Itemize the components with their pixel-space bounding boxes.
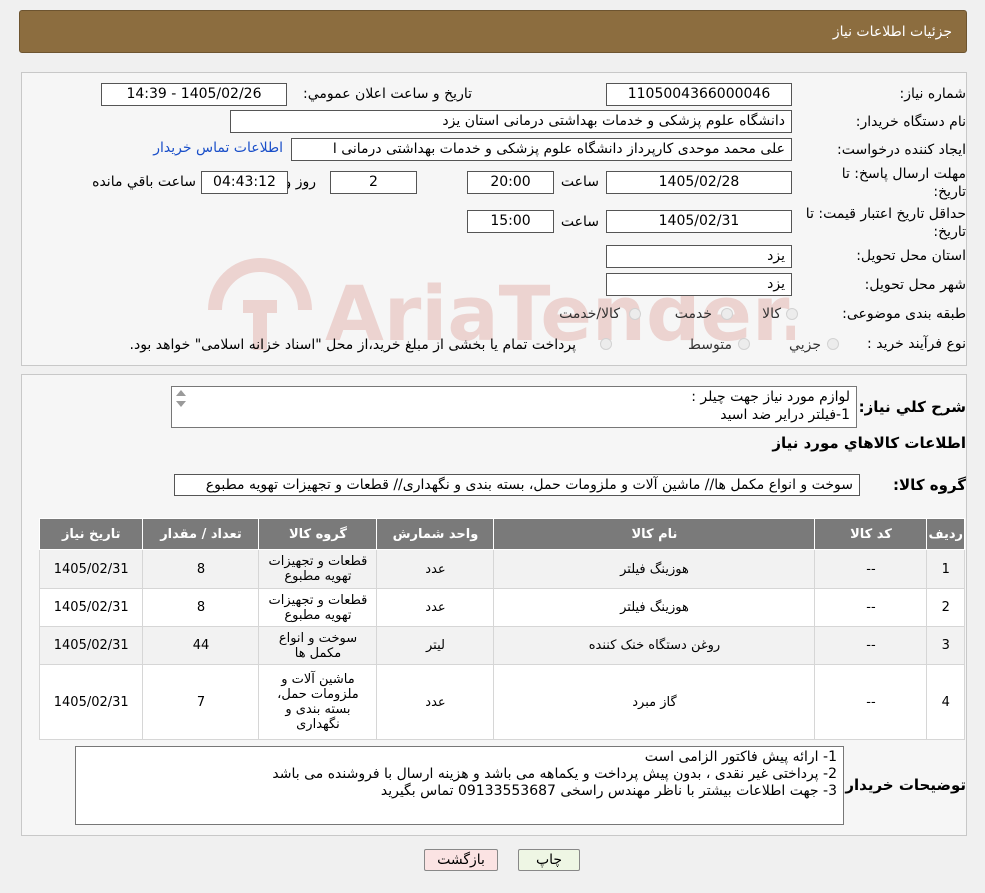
category-radio-service[interactable] bbox=[721, 308, 733, 320]
cell-name: گاز مبرد bbox=[493, 664, 816, 740]
cell-name: روغن دستگاه خنک کننده bbox=[493, 626, 816, 665]
cell-date: 1405/02/31 bbox=[38, 549, 144, 589]
buyer-note-line-3: 3- جهت اطلاعات بیشتر با ناظر مهندس راسخی… bbox=[380, 783, 837, 799]
cell-row: 4 bbox=[926, 664, 965, 740]
buyer-notes-label: توضیحات خریدار: bbox=[839, 776, 966, 794]
summary-line-2: 1-فیلتر درایر ضد اسید bbox=[720, 407, 850, 423]
process-option-small: جزیي bbox=[789, 337, 821, 353]
cell-code: -- bbox=[814, 664, 928, 740]
col-date-header: تاریخ نیاز bbox=[38, 518, 144, 550]
cell-group: قطعات و تجهیزات تهویه مطبوع bbox=[258, 588, 378, 627]
buyer-notes-textarea: 1- ارائه پیش فاکتور الزامی است 2- پرداخت… bbox=[75, 746, 844, 825]
cell-group: قطعات و تجهیزات تهویه مطبوع bbox=[258, 549, 378, 589]
table-row: 4 -- گاز مبرد عدد ماشین آلات و ملزومات ح… bbox=[38, 664, 965, 740]
validity-date-field: 1405/02/31 bbox=[606, 210, 792, 233]
col-name-header: نام کالا bbox=[493, 518, 816, 550]
validity-time-field: 15:00 bbox=[467, 210, 554, 233]
cell-name: هوزینگ فیلتر bbox=[493, 588, 816, 627]
buyer-note-line-1: 1- ارائه پیش فاکتور الزامی است bbox=[644, 749, 837, 765]
cell-date: 1405/02/31 bbox=[38, 626, 144, 665]
goods-section-title: اطلاعات کالاهاي مورد نیاز bbox=[772, 434, 966, 452]
cell-name: هوزینگ فیلتر bbox=[493, 549, 816, 589]
cell-row: 1 bbox=[926, 549, 965, 589]
category-radio-goods[interactable] bbox=[786, 308, 798, 320]
summary-textarea: لوازم مورد نیاز جهت چیلر : 1-فیلتر درایر… bbox=[171, 386, 857, 428]
days-field: 2 bbox=[330, 171, 417, 194]
cell-qty: 7 bbox=[142, 664, 260, 740]
remaining-field: 04:43:12 bbox=[201, 171, 288, 194]
back-button[interactable]: بازگشت bbox=[424, 849, 498, 871]
summary-line-1: لوازم مورد نیاز جهت چیلر : bbox=[691, 389, 850, 405]
requester-label: ایجاد کننده درخواست: bbox=[837, 142, 966, 158]
province-label: استان محل تحویل: bbox=[856, 248, 966, 264]
table-row: 1 -- هوزینگ فیلتر عدد قطعات و تجهیزات ته… bbox=[38, 549, 965, 589]
validity-time-label: ساعت bbox=[560, 214, 599, 230]
col-code-header: کد کالا bbox=[814, 518, 928, 550]
need-number-label: شماره نیاز: bbox=[899, 86, 967, 102]
col-qty-header: تعداد / مقدار bbox=[142, 518, 260, 550]
cell-code: -- bbox=[814, 588, 928, 627]
cell-unit: عدد bbox=[376, 549, 495, 589]
category-option-goods: کالا bbox=[762, 306, 781, 322]
goods-group-label: گروه کالا: bbox=[893, 476, 966, 494]
col-group-header: گروه کالا bbox=[258, 518, 378, 550]
col-row-header: ردیف bbox=[926, 518, 965, 550]
process-radio-medium[interactable] bbox=[738, 338, 750, 350]
reply-time-field: 20:00 bbox=[467, 171, 554, 194]
price-validity-label-2: تاریخ: bbox=[933, 224, 966, 240]
reply-deadline-label-2: تاریخ: bbox=[933, 184, 966, 200]
cell-group: ماشین آلات و ملزومات حمل، بسته بندی و نگ… bbox=[258, 664, 378, 740]
page-title: جزئیات اطلاعات نیاز bbox=[832, 24, 952, 40]
col-unit-header: واحد شمارش bbox=[376, 518, 495, 550]
treasury-note: پرداخت تمام یا بخشی از مبلغ خرید،از محل … bbox=[129, 337, 576, 353]
cell-code: -- bbox=[814, 549, 928, 589]
treasury-checkbox[interactable] bbox=[600, 338, 612, 350]
category-label: طبقه بندی موضوعی: bbox=[842, 306, 966, 322]
reply-deadline-label: مهلت ارسال پاسخ: تا bbox=[841, 166, 966, 182]
announce-label: تاریخ و ساعت اعلان عمومي: bbox=[303, 86, 472, 102]
buyer-note-line-2: 2- پرداختی غیر نقدی ، بدون پیش پرداخت و … bbox=[272, 766, 837, 782]
buyer-contact-link[interactable]: اطلاعات تماس خریدار bbox=[153, 140, 283, 156]
print-button[interactable]: چاپ bbox=[518, 849, 580, 871]
table-header-row: ردیف کد کالا نام کالا واحد شمارش گروه کا… bbox=[38, 518, 965, 550]
page-header: جزئیات اطلاعات نیاز bbox=[19, 10, 967, 53]
cell-qty: 44 bbox=[142, 626, 260, 665]
remaining-label: ساعت باقي مانده bbox=[92, 174, 196, 190]
cell-code: -- bbox=[814, 626, 928, 665]
days-label: روز و bbox=[284, 174, 317, 190]
cell-row: 2 bbox=[926, 588, 965, 627]
city-field: یزد bbox=[606, 273, 792, 296]
cell-group: سوخت و انواع مکمل ها bbox=[258, 626, 378, 665]
cell-unit: لیتر bbox=[376, 626, 495, 665]
summary-scrollbar[interactable] bbox=[172, 387, 189, 427]
table-row: 2 -- هوزینگ فیلتر عدد قطعات و تجهیزات ته… bbox=[38, 588, 965, 627]
category-option-goods-service: کالا/خدمت bbox=[559, 306, 620, 322]
reply-date-field: 1405/02/28 bbox=[606, 171, 792, 194]
cell-unit: عدد bbox=[376, 588, 495, 627]
province-field: یزد bbox=[606, 245, 792, 268]
items-table: ردیف کد کالا نام کالا واحد شمارش گروه کا… bbox=[38, 518, 965, 740]
cell-date: 1405/02/31 bbox=[38, 664, 144, 740]
cell-row: 3 bbox=[926, 626, 965, 665]
need-number-field: 1105004366000046 bbox=[606, 83, 792, 106]
buyer-org-field: دانشگاه علوم پزشکی و خدمات بهداشتی درمان… bbox=[230, 110, 792, 133]
category-radio-goods-service[interactable] bbox=[629, 308, 641, 320]
announce-field: 1405/02/26 - 14:39 bbox=[101, 83, 287, 106]
category-option-service: خدمت bbox=[674, 306, 712, 322]
requester-field: علی محمد موحدی کارپرداز دانشگاه علوم پزش… bbox=[291, 138, 792, 161]
cell-unit: عدد bbox=[376, 664, 495, 740]
process-radio-small[interactable] bbox=[827, 338, 839, 350]
cell-qty: 8 bbox=[142, 549, 260, 589]
reply-time-label: ساعت bbox=[560, 174, 599, 190]
buyer-org-label: نام دستگاه خریدار: bbox=[855, 114, 966, 130]
price-validity-label: حداقل تاریخ اعتبار قیمت: تا bbox=[805, 206, 966, 222]
city-label: شهر محل تحویل: bbox=[864, 277, 966, 293]
cell-qty: 8 bbox=[142, 588, 260, 627]
process-option-medium: متوسط bbox=[688, 337, 732, 353]
summary-label: شرح کلي نیاز: bbox=[858, 398, 966, 416]
goods-group-field: سوخت و انواع مکمل ها// ماشین آلات و ملزو… bbox=[174, 474, 860, 496]
process-label: نوع فرآیند خرید : bbox=[867, 336, 966, 352]
cell-date: 1405/02/31 bbox=[38, 588, 144, 627]
table-row: 3 -- روغن دستگاه خنک کننده لیتر سوخت و ا… bbox=[38, 626, 965, 665]
